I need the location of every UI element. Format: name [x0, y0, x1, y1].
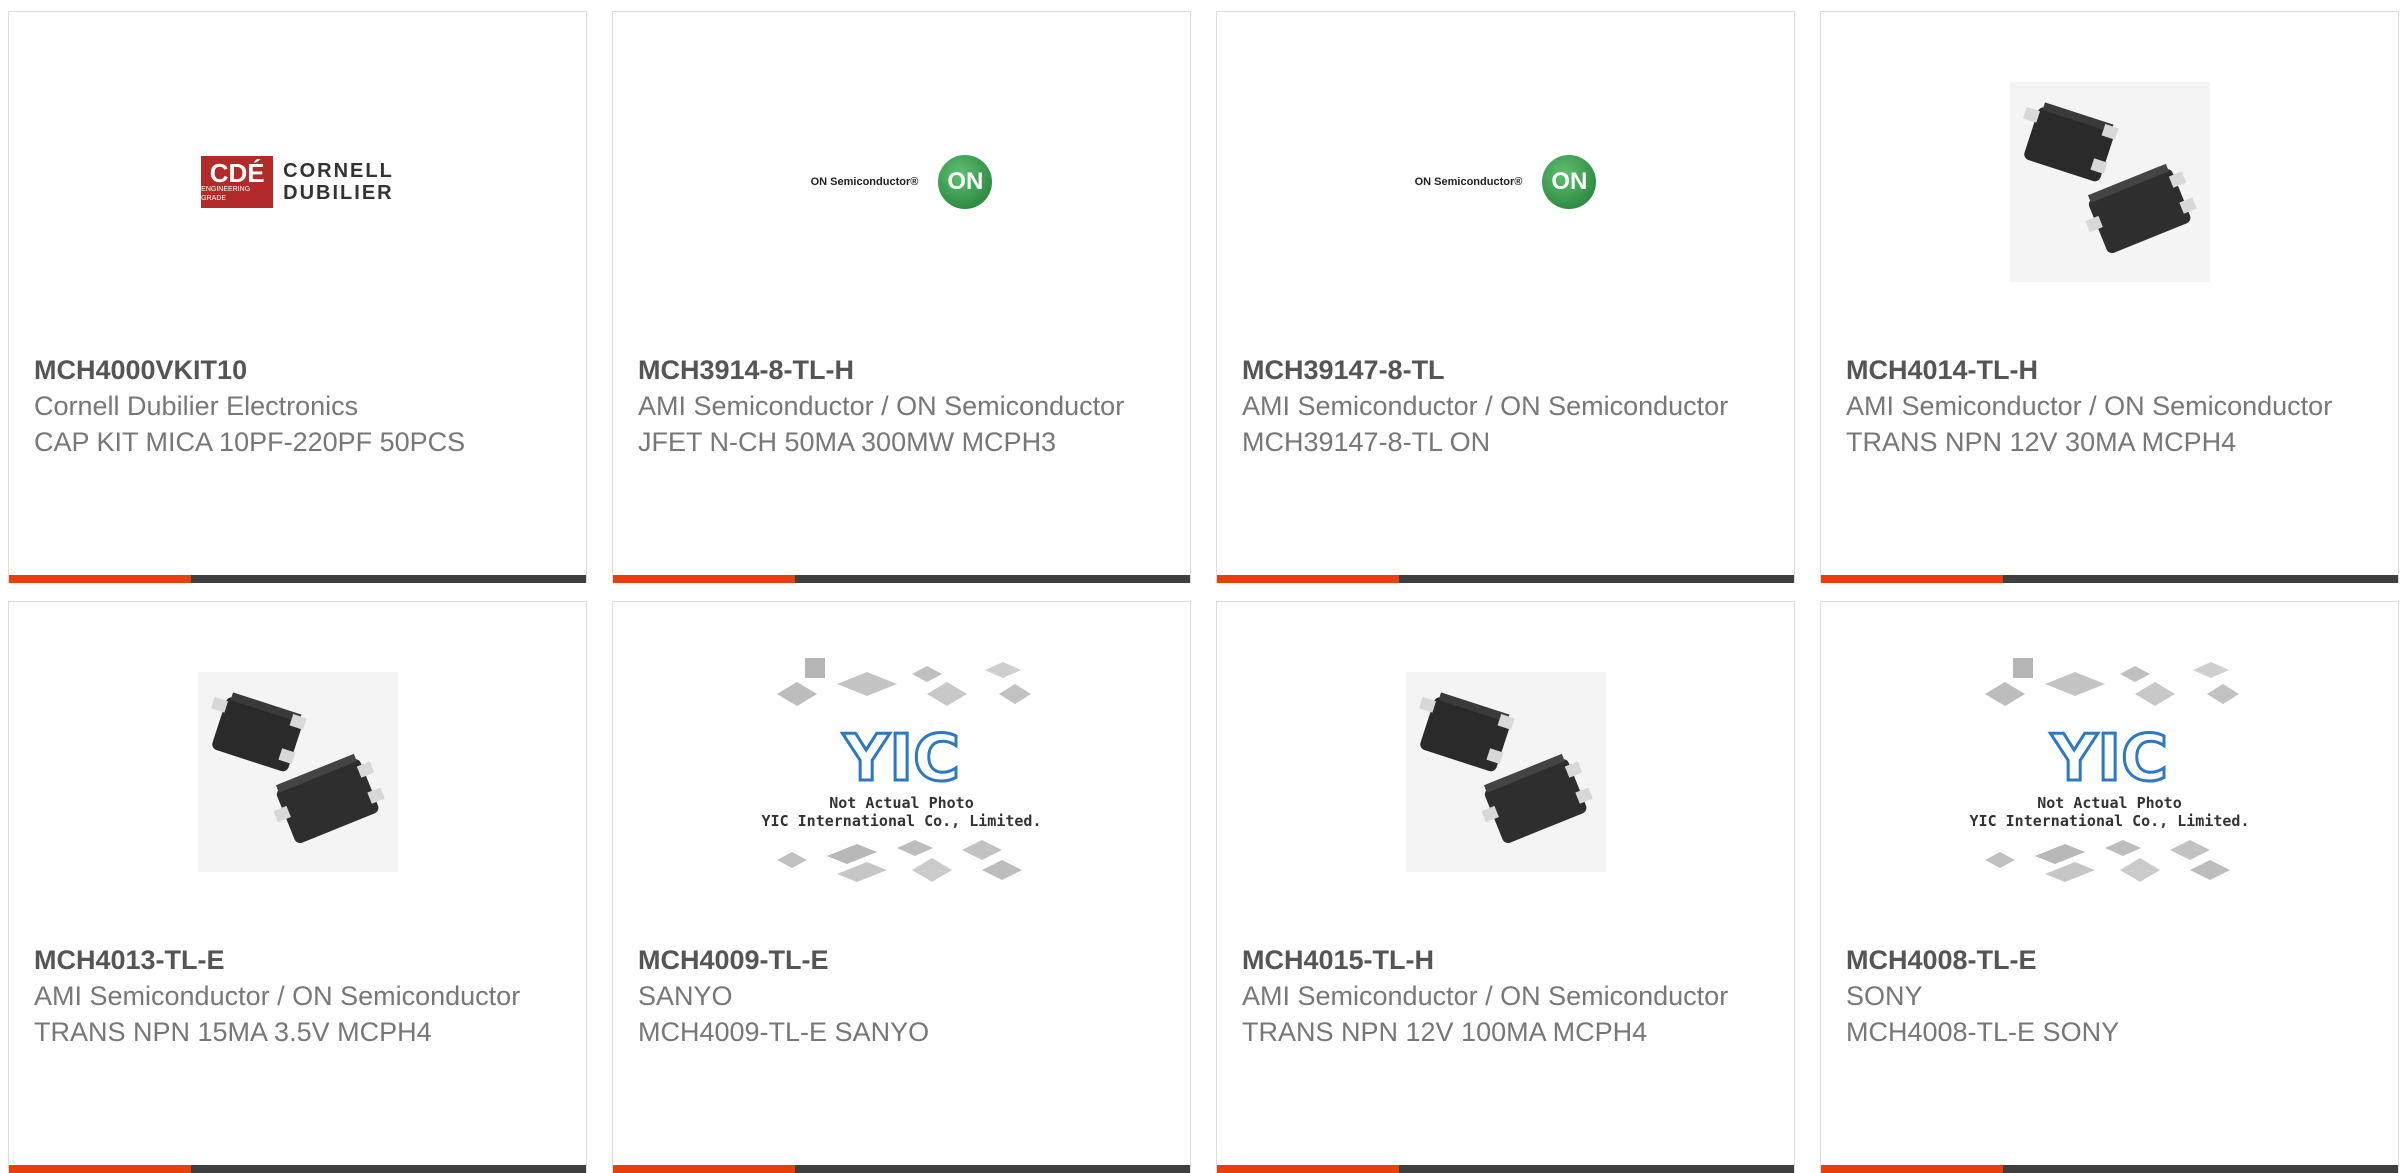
card-accent-bar — [1217, 1165, 1399, 1173]
manufacturer: SONY — [1846, 981, 1923, 1011]
product-image[interactable]: ON Semiconductor® ON — [613, 12, 1190, 352]
part-number-link[interactable]: MCH4013-TL-E — [34, 942, 561, 978]
card-bottom-bar — [9, 1165, 586, 1173]
cornell-dubilier-logo: CDÉ ENGINEERING GRADE CORNELL DUBILIER — [201, 156, 394, 208]
part-number-link[interactable]: MCH4015-TL-H — [1242, 942, 1769, 978]
smd-transistor-photo — [2009, 82, 2210, 282]
manufacturer: SANYO — [638, 981, 733, 1011]
card-accent-bar — [613, 1165, 795, 1173]
card-bottom-bar — [1217, 1165, 1794, 1173]
product-card[interactable]: ON Semiconductor® ON MCH3914-8-TL-H AMI S… — [612, 11, 1191, 583]
card-accent-bar — [9, 575, 191, 583]
product-image[interactable]: YIC Not Actual Photo YIC International C… — [1821, 602, 2398, 942]
cde-wordmark: CORNELL DUBILIER — [283, 160, 394, 204]
card-bottom-bar — [613, 575, 1190, 583]
cde-mark: CDÉ ENGINEERING GRADE — [201, 156, 274, 208]
description: MCH39147-8-TL ON — [1242, 427, 1491, 457]
part-number-link[interactable]: MCH4009-TL-E — [638, 942, 1165, 978]
product-info: MCH4015-TL-H AMI Semiconductor / ON Semic… — [1242, 942, 1769, 1050]
manufacturer: AMI Semiconductor / ON Semiconductor — [638, 391, 1125, 421]
card-accent-bar — [9, 1165, 191, 1173]
card-bottom-bar — [9, 575, 586, 583]
product-card[interactable]: CDÉ ENGINEERING GRADE CORNELL DUBILIER M… — [8, 11, 587, 583]
card-bottom-bar — [613, 1165, 1190, 1173]
product-info: MCH4008-TL-E SONY MCH4008-TL-E SONY — [1846, 942, 2373, 1050]
description: TRANS NPN 12V 100MA MCPH4 — [1242, 1017, 1648, 1047]
description: CAP KIT MICA 10PF-220PF 50PCS — [34, 427, 466, 457]
product-card[interactable]: MCH4013-TL-E AMI Semiconductor / ON Semic… — [8, 601, 587, 1173]
description: JFET N-CH 50MA 300MW MCPH3 — [638, 427, 1057, 457]
not-actual-photo-caption: Not Actual Photo YIC International Co., … — [761, 794, 1042, 830]
product-info: MCH4000VKIT10 Cornell Dubilier Electronic… — [34, 352, 561, 460]
on-wordmark: ON Semiconductor® — [1414, 176, 1523, 188]
part-number-link[interactable]: MCH4014-TL-H — [1846, 352, 2373, 388]
card-accent-bar — [613, 575, 795, 583]
card-bottom-bar — [1821, 1165, 2398, 1173]
product-image[interactable] — [9, 602, 586, 942]
card-accent-bar — [1821, 1165, 2003, 1173]
description: MCH4008-TL-E SONY — [1846, 1017, 2120, 1047]
product-info: MCH4013-TL-E AMI Semiconductor / ON Semic… — [34, 942, 561, 1050]
product-image[interactable]: ON Semiconductor® ON — [1217, 12, 1794, 352]
chip-packages-top — [776, 658, 1031, 706]
yic-logo: YIC — [2049, 722, 2169, 796]
card-bottom-bar — [1217, 575, 1794, 583]
product-card[interactable]: MCH4014-TL-H AMI Semiconductor / ON Semic… — [1820, 11, 2399, 583]
on-semiconductor-logo: ON Semiconductor® ON — [1415, 155, 1597, 209]
part-number-link[interactable]: MCH4008-TL-E — [1846, 942, 2373, 978]
on-semiconductor-logo: ON Semiconductor® ON — [811, 155, 993, 209]
product-card[interactable]: YIC Not Actual Photo YIC International C… — [1820, 601, 2399, 1173]
product-info: MCH39147-8-TL AMI Semiconductor / ON Semi… — [1242, 352, 1769, 460]
manufacturer: AMI Semiconductor / ON Semiconductor — [1242, 981, 1729, 1011]
product-info: MCH4009-TL-E SANYO MCH4009-TL-E SANYO — [638, 942, 1165, 1050]
product-image[interactable] — [1217, 602, 1794, 942]
yic-placeholder: YIC Not Actual Photo YIC International C… — [761, 654, 1042, 890]
product-grid: CDÉ ENGINEERING GRADE CORNELL DUBILIER M… — [0, 0, 2400, 1173]
smd-transistor-photo — [1405, 672, 1606, 872]
product-card[interactable]: ON Semiconductor® ON MCH39147-8-TL AMI Se… — [1216, 11, 1795, 583]
manufacturer: AMI Semiconductor / ON Semiconductor — [1846, 391, 2333, 421]
product-image[interactable]: YIC Not Actual Photo YIC International C… — [613, 602, 1190, 942]
part-number-link[interactable]: MCH3914-8-TL-H — [638, 352, 1165, 388]
card-bottom-bar — [1821, 575, 2398, 583]
product-image[interactable] — [1821, 12, 2398, 352]
on-wordmark: ON Semiconductor® — [810, 176, 919, 188]
description: TRANS NPN 15MA 3.5V MCPH4 — [34, 1017, 432, 1047]
not-actual-photo-caption: Not Actual Photo YIC International Co., … — [1969, 794, 2250, 830]
product-info: MCH3914-8-TL-H AMI Semiconductor / ON Sem… — [638, 352, 1165, 460]
description: MCH4009-TL-E SANYO — [638, 1017, 930, 1047]
product-info: MCH4014-TL-H AMI Semiconductor / ON Semic… — [1846, 352, 2373, 460]
card-accent-bar — [1217, 575, 1399, 583]
yic-logo: YIC — [841, 722, 961, 796]
chip-packages-bottom — [776, 840, 1022, 882]
part-number-link[interactable]: MCH39147-8-TL — [1242, 352, 1769, 388]
description: TRANS NPN 12V 30MA MCPH4 — [1846, 427, 2237, 457]
chip-packages-bottom — [1984, 840, 2230, 882]
smd-transistor-photo — [197, 672, 398, 872]
card-accent-bar — [1821, 575, 2003, 583]
part-number-link[interactable]: MCH4000VKIT10 — [34, 352, 561, 388]
product-card[interactable]: MCH4015-TL-H AMI Semiconductor / ON Semic… — [1216, 601, 1795, 1173]
chip-packages-top — [1984, 658, 2239, 706]
on-badge: ON — [1542, 155, 1597, 209]
product-image[interactable]: CDÉ ENGINEERING GRADE CORNELL DUBILIER — [9, 12, 586, 352]
manufacturer: AMI Semiconductor / ON Semiconductor — [34, 981, 521, 1011]
on-badge: ON — [938, 155, 993, 209]
product-card[interactable]: YIC Not Actual Photo YIC International C… — [612, 601, 1191, 1173]
yic-placeholder: YIC Not Actual Photo YIC International C… — [1969, 654, 2250, 890]
manufacturer: Cornell Dubilier Electronics — [34, 391, 359, 421]
manufacturer: AMI Semiconductor / ON Semiconductor — [1242, 391, 1729, 421]
